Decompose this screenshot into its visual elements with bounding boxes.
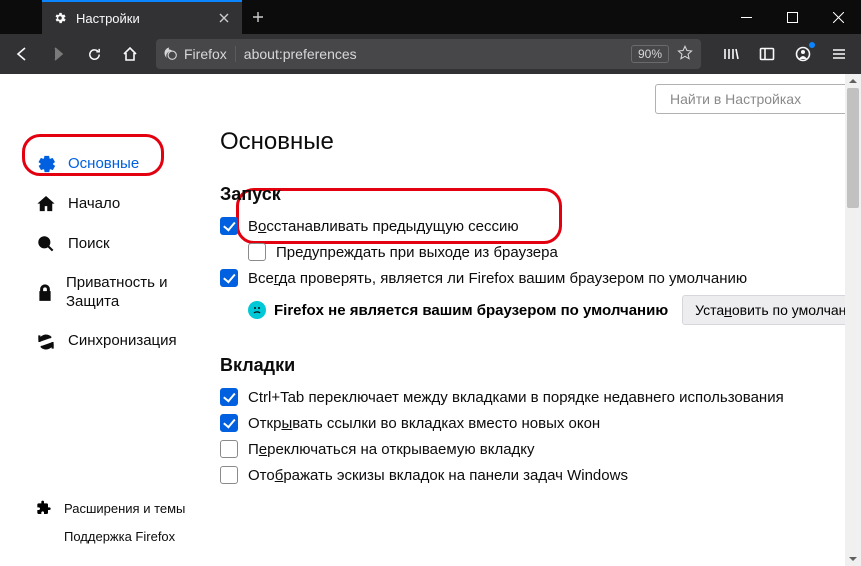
checkbox-restore-session[interactable] <box>220 217 238 235</box>
set-default-button[interactable]: Установить по умолчан <box>682 295 859 325</box>
checkbox-ctrl-tab[interactable] <box>220 388 238 406</box>
default-browser-msg: Firefox не является вашим браузером по у… <box>274 302 668 319</box>
checkbox-warn-on-quit[interactable] <box>248 243 266 261</box>
taskbar-previews-row[interactable]: Отображать эскизы вкладок на панели зада… <box>220 462 861 488</box>
category-sidebar: Основные Начало Поиск Приватность и Защи… <box>0 74 220 566</box>
lock-icon <box>36 283 54 303</box>
gear-icon <box>52 10 68 26</box>
reload-button[interactable] <box>78 38 110 70</box>
checkbox-taskbar-previews[interactable] <box>220 466 238 484</box>
help-icon <box>36 528 52 544</box>
preferences-content: Основные Начало Поиск Приватность и Защи… <box>0 74 861 566</box>
switch-to-new-tab-row[interactable]: Переключаться на открываемую вкладку <box>220 436 861 462</box>
url-text: about:preferences <box>244 46 623 62</box>
restore-session-row[interactable]: Восстанавливать предыдущую сессию <box>220 213 861 239</box>
window-controls <box>723 0 861 34</box>
nav-toolbar: Firefox about:preferences 90% <box>0 34 861 74</box>
minimize-button[interactable] <box>723 0 769 34</box>
sidebar-item-privacy[interactable]: Приватность и Защита <box>22 266 206 320</box>
switch-to-new-tab-label: Переключаться на открываемую вкладку <box>248 441 535 458</box>
sidebar-item-search[interactable]: Поиск <box>22 226 206 262</box>
scrollbar-thumb[interactable] <box>847 88 859 208</box>
sidebar-item-label: Приватность и Защита <box>66 274 192 312</box>
search-icon <box>36 234 56 254</box>
url-bar[interactable]: Firefox about:preferences 90% <box>156 39 701 69</box>
puzzle-icon <box>36 500 52 516</box>
sidebar-item-general[interactable]: Основные <box>22 146 206 182</box>
group-startup: Запуск Восстанавливать предыдущую сессию… <box>220 184 861 325</box>
page-title: Основные <box>220 128 861 156</box>
back-button[interactable] <box>6 38 38 70</box>
identity-box[interactable]: Firefox <box>164 46 236 62</box>
checkbox-open-links-tabs[interactable] <box>220 414 238 432</box>
notification-dot-icon <box>809 42 815 48</box>
sync-icon <box>36 332 56 352</box>
identity-label: Firefox <box>184 46 227 62</box>
always-check-default-label: Всегда проверять, является ли Firefox ва… <box>248 270 747 287</box>
sidebar-item-label: Начало <box>68 195 120 214</box>
maximize-button[interactable] <box>769 0 815 34</box>
sidebar-item-extensions[interactable]: Расширения и темы <box>0 494 220 522</box>
open-links-tabs-row[interactable]: Открывать ссылки во вкладках вместо новы… <box>220 410 861 436</box>
titlebar: Настройки <box>0 0 861 34</box>
menu-button[interactable] <box>823 38 855 70</box>
sidebar-item-label: Поиск <box>68 235 110 254</box>
group-tabs: Вкладки Ctrl+Tab переключает между вклад… <box>220 355 861 488</box>
home-button[interactable] <box>114 38 146 70</box>
open-links-tabs-label: Открывать ссылки во вкладках вместо новы… <box>248 415 600 432</box>
scroll-down-arrow-icon[interactable] <box>845 552 861 566</box>
preferences-search[interactable] <box>655 84 851 114</box>
preferences-search-input[interactable] <box>670 91 851 107</box>
sidebar-item-home[interactable]: Начало <box>22 186 206 222</box>
zoom-indicator[interactable]: 90% <box>631 45 669 63</box>
new-tab-button[interactable] <box>242 0 274 34</box>
gear-icon <box>36 154 56 174</box>
tab-close-button[interactable] <box>216 10 232 26</box>
forward-button[interactable] <box>42 38 74 70</box>
section-heading-startup: Запуск <box>220 184 861 205</box>
warn-on-quit-row[interactable]: Предупреждать при выходе из браузера <box>220 239 861 265</box>
ctrl-tab-row[interactable]: Ctrl+Tab переключает между вкладками в п… <box>220 384 861 410</box>
sidebar-toggle-icon[interactable] <box>751 38 783 70</box>
section-heading-tabs: Вкладки <box>220 355 861 376</box>
scrollbar[interactable] <box>845 74 861 566</box>
sidebar-item-support[interactable]: Поддержка Firefox <box>0 522 220 550</box>
home-icon <box>36 194 56 214</box>
tab-title: Настройки <box>76 11 208 26</box>
tab-strip: Настройки <box>0 0 274 34</box>
sidebar-item-label: Основные <box>68 155 139 174</box>
taskbar-previews-label: Отображать эскизы вкладок на панели зада… <box>248 467 628 484</box>
library-icon[interactable] <box>715 38 747 70</box>
sidebar-footer-label: Расширения и темы <box>64 501 185 516</box>
default-browser-row: Firefox не является вашим браузером по у… <box>220 291 861 325</box>
account-icon[interactable] <box>787 38 819 70</box>
restore-session-label: Восстанавливать предыдущую сессию <box>248 218 519 235</box>
sidebar-footer-label: Поддержка Firefox <box>64 529 175 544</box>
sad-face-icon <box>248 301 266 319</box>
sidebar-item-sync[interactable]: Синхронизация <box>22 324 206 360</box>
main-pane: Основные Запуск Восстанавливать предыдущ… <box>220 74 861 566</box>
bookmark-star-icon[interactable] <box>677 45 693 64</box>
ctrl-tab-label: Ctrl+Tab переключает между вкладками в п… <box>248 389 784 406</box>
sidebar-item-label: Синхронизация <box>68 332 177 351</box>
checkbox-always-check-default[interactable] <box>220 269 238 287</box>
checkbox-switch-to-new-tab[interactable] <box>220 440 238 458</box>
browser-tab[interactable]: Настройки <box>42 0 242 34</box>
warn-on-quit-label: Предупреждать при выходе из браузера <box>276 244 558 261</box>
close-window-button[interactable] <box>815 0 861 34</box>
scroll-up-arrow-icon[interactable] <box>845 74 861 88</box>
always-check-default-row[interactable]: Всегда проверять, является ли Firefox ва… <box>220 265 861 291</box>
